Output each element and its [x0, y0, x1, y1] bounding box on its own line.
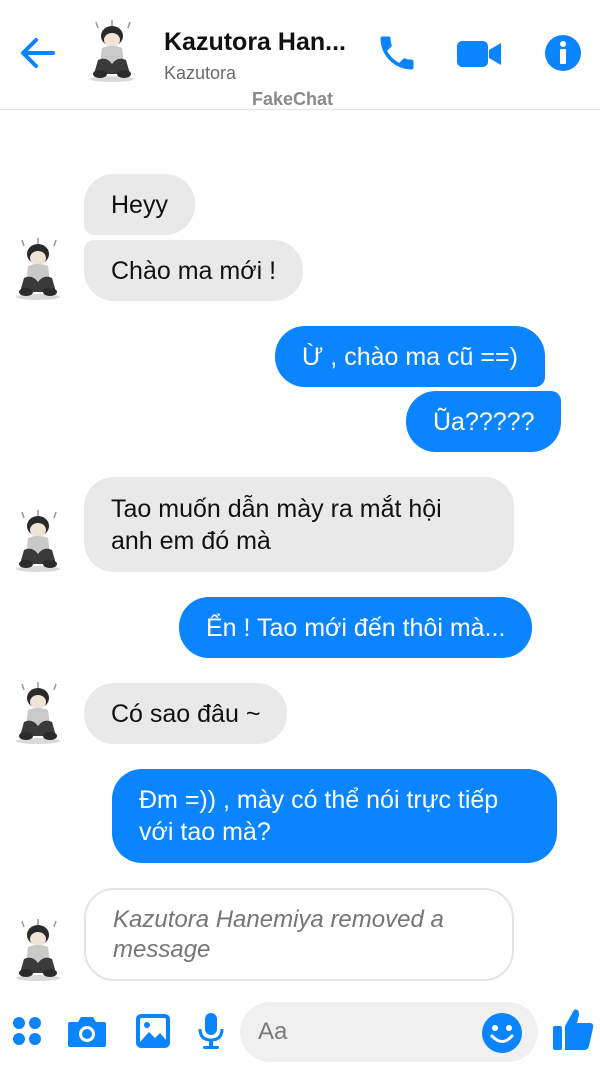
message-input[interactable]	[258, 1002, 478, 1062]
apps-grid-icon	[13, 1017, 41, 1045]
watermark-text: FakeChat	[252, 89, 334, 109]
sender-avatar	[12, 238, 64, 300]
phone-icon	[380, 36, 414, 70]
camera-icon	[68, 1017, 106, 1047]
message-bubble-incoming[interactable]: Chào ma mới !	[84, 240, 304, 301]
message-bubble-incoming[interactable]: Có sao đâu ~	[84, 683, 288, 744]
like-button[interactable]	[550, 1006, 596, 1052]
gallery-icon	[136, 1014, 170, 1048]
info-button[interactable]	[538, 28, 588, 78]
gallery-button[interactable]	[130, 1008, 176, 1054]
composer-bar	[0, 998, 600, 1067]
message-input-container	[240, 1002, 538, 1062]
apps-button[interactable]	[4, 1008, 50, 1054]
back-button[interactable]	[14, 30, 60, 76]
message-bubble-outgoing[interactable]: Đm =)) , mày có thể nói trực tiếp với ta…	[112, 769, 557, 863]
microphone-icon	[198, 1013, 224, 1049]
message-bubble-outgoing[interactable]: Ũa?????	[406, 391, 562, 452]
camera-button[interactable]	[64, 1008, 110, 1054]
voice-message-button[interactable]	[188, 1008, 234, 1054]
sender-avatar	[12, 682, 64, 744]
sender-avatar	[12, 510, 64, 572]
video-call-button[interactable]	[454, 28, 504, 78]
contact-avatar[interactable]	[82, 20, 142, 82]
chat-header: Kazutora Han... Kazutora FakeChat	[0, 0, 600, 110]
thumbs-up-icon	[553, 1009, 594, 1050]
info-icon	[545, 35, 581, 71]
message-bubble-incoming[interactable]: Tao muốn dẫn mày ra mắt hội anh em đó mà	[84, 477, 514, 572]
sender-avatar	[12, 919, 64, 981]
voice-call-button[interactable]	[372, 28, 422, 78]
back-arrow-icon	[21, 38, 55, 68]
contact-name[interactable]: Kazutora Han...	[164, 28, 346, 57]
removed-message-notice: Kazutora Hanemiya removed a message	[84, 888, 514, 981]
message-bubble-incoming[interactable]: Heyy	[84, 174, 195, 235]
message-bubble-outgoing[interactable]: Ển ! Tao mới đến thôi mà...	[179, 597, 533, 658]
video-camera-icon	[457, 41, 501, 67]
message-bubble-outgoing[interactable]: Ừ , chào ma cũ ==)	[275, 326, 545, 387]
emoji-icon[interactable]	[480, 1011, 524, 1055]
contact-subtitle: Kazutora	[164, 63, 237, 83]
